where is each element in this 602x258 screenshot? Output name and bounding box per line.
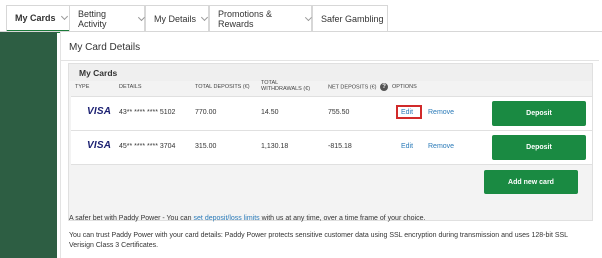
tab-label: My Details — [154, 13, 197, 24]
tab-label: Betting Activity — [78, 8, 107, 29]
tab-safer-gambling[interactable]: Safer Gambling — [312, 5, 388, 31]
chevron-down-icon — [200, 13, 209, 21]
tab-my-details[interactable]: My Details — [145, 5, 209, 31]
remove-link[interactable]: Remove — [428, 109, 454, 116]
cards-section: My Cards TYPE DETAILS TOTAL DEPOSITS (€)… — [68, 63, 593, 221]
section-title: My Cards — [79, 68, 118, 78]
column-header-type: TYPE — [75, 84, 90, 90]
tab-promotions-rewards[interactable]: Promotions & Rewards — [209, 5, 313, 31]
card-number: 43** **** **** 5102 — [119, 109, 176, 116]
column-header-total-deposits: TOTAL DEPOSITS (€) — [195, 84, 250, 90]
row-divider — [71, 164, 592, 165]
card-details-panel: My Card Details My Cards TYPE DETAILS TO… — [60, 32, 599, 258]
deposit-limits-link[interactable]: set deposit/loss limits — [194, 215, 260, 222]
edit-link[interactable]: Edit — [401, 143, 413, 150]
table-row: VISA 45** **** **** 3704 315.00 1,130.18… — [71, 130, 592, 164]
tab-bar: My Cards Betting Activity My Details Pro… — [0, 0, 602, 33]
sidebar — [0, 32, 57, 258]
card-number: 45** **** **** 3704 — [119, 143, 176, 150]
cards-section-header: My Cards — [69, 64, 592, 81]
notice-text: with us at any time, over a time frame o… — [259, 215, 426, 222]
remove-link[interactable]: Remove — [428, 143, 454, 150]
tab-betting-activity[interactable]: Betting Activity — [69, 5, 146, 31]
safer-bet-notice: A safer bet with Paddy Power - You can s… — [69, 215, 425, 222]
notice-text: A safer bet with Paddy Power - You can — [69, 215, 194, 222]
column-header-label: NET DEPOSITS (€) — [328, 84, 377, 91]
visa-logo-icon: VISA — [87, 106, 112, 117]
deposit-button[interactable]: Deposit — [492, 135, 586, 160]
security-notice: You can trust Paddy Power with your card… — [69, 232, 568, 249]
tab-label: Promotions & Rewards — [218, 8, 273, 29]
column-header-details: DETAILS — [119, 84, 142, 90]
column-header-total-withdrawals: TOTAL WITHDRAWALS (€) — [261, 80, 310, 92]
visa-logo-icon: VISA — [87, 140, 112, 151]
page-title: My Card Details — [69, 42, 141, 53]
tab-my-cards[interactable]: My Cards — [6, 5, 76, 33]
column-header-net-deposits: NET DEPOSITS (€) ? — [328, 83, 389, 91]
column-header-line: WITHDRAWALS (€) — [261, 86, 311, 92]
divider — [61, 60, 599, 61]
total-deposits-value: 770.00 — [195, 109, 217, 116]
total-withdrawals-value: 14.50 — [261, 109, 279, 116]
tab-label: My Cards — [15, 13, 56, 23]
info-icon[interactable]: ? — [380, 83, 389, 91]
chevron-down-icon — [60, 12, 68, 21]
total-deposits-value: 315.00 — [195, 143, 217, 150]
edit-link[interactable]: Edit — [401, 109, 413, 116]
add-new-card-button[interactable]: Add new card — [484, 170, 578, 194]
net-deposits-value: 755.50 — [328, 109, 350, 116]
table-row: VISA 43** **** **** 5102 770.00 14.50 75… — [71, 96, 592, 130]
tab-label: Safer Gambling — [321, 13, 384, 24]
total-withdrawals-value: 1,130.18 — [261, 143, 289, 150]
net-deposits-value: -815.18 — [328, 143, 352, 150]
column-header-options: OPTIONS — [392, 84, 417, 90]
deposit-button[interactable]: Deposit — [492, 101, 586, 126]
